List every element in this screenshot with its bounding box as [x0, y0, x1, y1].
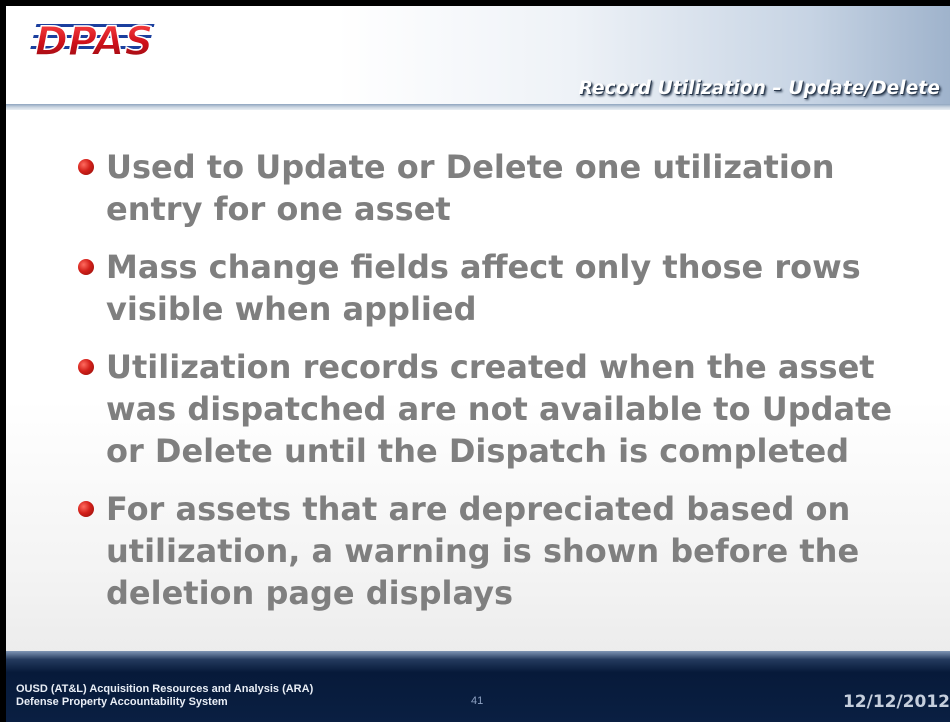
bullet-text: For assets that are depreciated based on…: [106, 490, 860, 612]
header-divider: [6, 104, 950, 110]
dpas-logo-mark: DPAS: [30, 18, 155, 66]
footer-date: 12/12/2012: [842, 692, 950, 712]
bullet-item: For assets that are depreciated based on…: [78, 488, 926, 614]
bullet-text: Utilization records created when the ass…: [106, 348, 893, 470]
slide: DPAS Record Utilization – Update/Delete …: [0, 0, 950, 722]
bullet-text: Mass change fields affect only those row…: [106, 248, 861, 328]
slide-title: Record Utilization – Update/Delete: [578, 78, 940, 99]
logo-text: DPAS: [35, 19, 154, 65]
bullet-dot-icon: [78, 359, 94, 375]
bullet-item: Mass change fields affect only those row…: [78, 246, 926, 330]
bullet-item: Utilization records created when the ass…: [78, 346, 926, 472]
bullet-item: Used to Update or Delete one utilization…: [78, 146, 926, 230]
slide-canvas: DPAS Record Utilization – Update/Delete …: [6, 6, 950, 722]
bullet-dot-icon: [78, 159, 94, 175]
bullet-list: Used to Update or Delete one utilization…: [78, 146, 926, 630]
footer-bar: OUSD (AT&L) Acquisition Resources and An…: [6, 651, 950, 722]
bullet-dot-icon: [78, 501, 94, 517]
page-number: 41: [471, 695, 484, 707]
bullet-text: Used to Update or Delete one utilization…: [106, 148, 835, 228]
dpas-logo: DPAS: [14, 18, 174, 68]
footer-org: OUSD (AT&L) Acquisition Resources and An…: [16, 683, 314, 695]
footer-system: Defense Property Accountability System: [16, 696, 228, 708]
bullet-dot-icon: [78, 259, 94, 275]
